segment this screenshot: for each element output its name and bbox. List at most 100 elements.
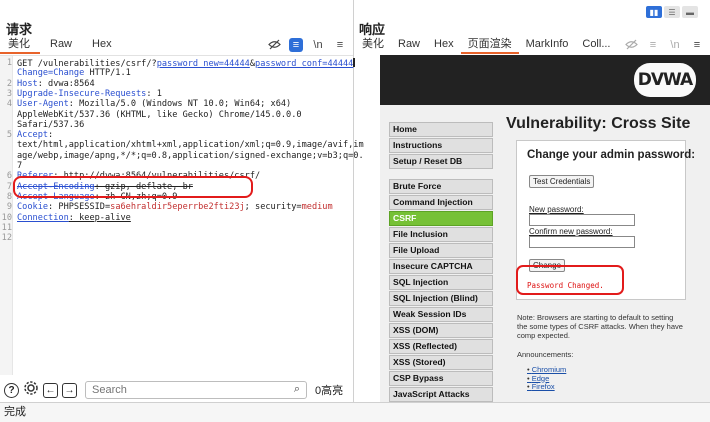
hide-icon[interactable] [624, 38, 638, 52]
menu-icon[interactable]: ≡ [333, 38, 347, 52]
dvwa-menu-item-xss-reflected[interactable]: XSS (Reflected) [389, 339, 493, 354]
code-line: 7 [17, 161, 22, 171]
dvwa-menu-item-csp-bypass[interactable]: CSP Bypass [389, 371, 493, 386]
code-token: : dvwa:8564 [37, 78, 95, 89]
code-token: Upgrade-Insecure-Requests [17, 88, 147, 99]
response-tab-coll[interactable]: Coll... [575, 36, 617, 54]
response-tab-hex[interactable]: Hex [427, 36, 461, 54]
hide-icon[interactable] [267, 38, 281, 52]
request-tab-hex[interactable]: Hex [82, 36, 122, 54]
dvwa-menu-item-javascript-attacks[interactable]: JavaScript Attacks [389, 387, 493, 402]
line-number: 2 [6, 78, 12, 89]
confirm-password-label: Confirm new password: [529, 227, 613, 236]
dvwa-logo: DVWA [634, 63, 696, 97]
wrap-lines-icon[interactable]: ≡ [289, 37, 303, 52]
page-title: Vulnerability: Cross Site [506, 115, 691, 132]
line-number: 6 [6, 171, 12, 182]
success-highlight-box [516, 265, 624, 295]
request-editor[interactable]: 1 2 3 4 5 6 7 8 9 10 11 12 GET /vulnerabilities/csr… [0, 55, 364, 375]
code-token: AppleWebKit/537.36 (KHTML, like Gecko) C… [17, 109, 302, 120]
browser-links: Chromium Edge Firefox [527, 365, 567, 392]
dvwa-menu-item-setup-reset-db[interactable]: Setup / Reset DB [389, 154, 493, 169]
code-token: age/webp,image/apng,*/*;q=0.8,applicatio… [17, 150, 364, 161]
status-bar: 完成 [0, 402, 710, 422]
search-box: ⌕ [85, 381, 307, 399]
test-credentials-button[interactable]: Test Credentials [529, 175, 595, 188]
form-heading: Change your admin password: [527, 149, 696, 161]
help-icon[interactable]: ? [4, 382, 19, 398]
code-token: Connection [17, 212, 69, 223]
settings-gear-icon[interactable] [23, 380, 39, 401]
response-tab-render[interactable]: 页面渲染 [460, 36, 519, 54]
code-token: medium [301, 202, 333, 213]
referer-highlight-box [13, 176, 253, 198]
menu-icon[interactable]: ≡ [690, 38, 704, 52]
dvwa-menu-item-sql-injection-blind[interactable]: SQL Injection (Blind) [389, 291, 493, 306]
response-tabs: 美化 Raw Hex 页面渲染 MarkInfo Coll... [355, 36, 618, 54]
confirm-password-input[interactable] [529, 236, 635, 248]
dvwa-menu-item-insecure-captcha[interactable]: Insecure CAPTCHA [389, 259, 493, 274]
new-password-label: New password: [529, 205, 584, 214]
code-token: password_conf=44444 [255, 59, 354, 69]
code-line: User-Agent: Mozilla/5.0 (Windows NT 10.0… [17, 99, 291, 109]
line-number: 3 [6, 88, 12, 99]
dvwa-menu-item-file-inclusion[interactable]: File Inclusion [389, 227, 493, 242]
dvwa-menu-vulns: Brute Force Command Injection CSRF File Inc… [389, 179, 493, 402]
prev-arrow-icon[interactable]: ← [43, 382, 58, 398]
split-vertical-icon[interactable]: ☰ [664, 6, 680, 18]
response-tab-raw[interactable]: Raw [391, 36, 427, 54]
code-token: User-Agent [17, 99, 69, 110]
dvwa-menu-item-csrf[interactable]: CSRF [389, 211, 493, 226]
code-line: text/html,application/xhtml+xml,applicat… [17, 140, 364, 150]
link-firefox[interactable]: Firefox [527, 382, 566, 392]
search-icon[interactable]: ⌕ [294, 383, 300, 396]
code-token: : PHPSESSID= [48, 202, 111, 213]
code-token: sa6ehraldir5eperrbe2fti23j [110, 202, 245, 213]
line-number: 9 [6, 202, 12, 213]
line-number: 4 [6, 99, 12, 110]
new-password-input[interactable] [529, 214, 635, 226]
dvwa-menu-item-xss-dom[interactable]: XSS (DOM) [389, 323, 493, 338]
code-line: Change=Change HTTP/1.1 [17, 68, 131, 78]
dvwa-menu-item-brute-force[interactable]: Brute Force [389, 179, 493, 194]
code-line: Safari/537.36 [17, 120, 84, 130]
code-token: HTTP/1.1 [84, 68, 131, 79]
code-token: password_new=44444 [156, 59, 250, 69]
single-pane-icon[interactable]: ▬ [682, 6, 698, 18]
line-number: 1 [6, 58, 12, 68]
line-number: 12 [1, 233, 12, 244]
code-token: Cookie [17, 202, 49, 213]
split-horizontal-icon[interactable]: ▮▮ [646, 6, 662, 18]
dvwa-menu-item-xss-stored[interactable]: XSS (Stored) [389, 355, 493, 370]
line-number: 7 [6, 181, 12, 192]
request-pane: 请求 美化 Raw Hex ≡ \n ≡ 1 2 3 4 5 6 7 8 9 10 11 12 GET… [0, 0, 364, 402]
line-number: 8 [6, 191, 12, 202]
line-number: 10 [1, 212, 12, 223]
code-line: Connection: keep-alive [17, 213, 131, 223]
dvwa-header: DVWA [380, 55, 710, 105]
dvwa-menu-main: Home Instructions Setup / Reset DB [389, 122, 493, 170]
response-tab-markinfo[interactable]: MarkInfo [519, 36, 576, 54]
dvwa-content: Vulnerability: Cross Site [506, 115, 710, 133]
dvwa-menu-item-home[interactable]: Home [389, 122, 493, 137]
wrap-lines-icon[interactable]: ≡ [646, 38, 660, 52]
search-input[interactable] [92, 384, 282, 396]
request-tab-pretty[interactable]: 美化 [0, 36, 40, 54]
newline-icon[interactable]: \n [311, 38, 325, 52]
request-toolbar: ≡ \n ≡ [267, 36, 347, 53]
code-line: Host: dvwa:8564 [17, 79, 95, 89]
dvwa-menu-item-sql-injection[interactable]: SQL Injection [389, 275, 493, 290]
response-tab-pretty[interactable]: 美化 [355, 36, 391, 54]
line-number: 5 [6, 130, 12, 141]
dvwa-menu-item-command-injection[interactable]: Command Injection [389, 195, 493, 210]
dvwa-menu-item-weak-session-ids[interactable]: Weak Session IDs [389, 307, 493, 322]
announcements-label: Announcements: [517, 350, 574, 359]
code-token: : [48, 130, 54, 141]
newline-icon[interactable]: \n [668, 38, 682, 52]
dvwa-menu-item-file-upload[interactable]: File Upload [389, 243, 493, 258]
line-number: 11 [1, 222, 12, 233]
layout-toggle: ▮▮ ☰ ▬ [646, 6, 698, 18]
dvwa-menu-item-instructions[interactable]: Instructions [389, 138, 493, 153]
next-arrow-icon[interactable]: → [62, 382, 77, 398]
request-tab-raw[interactable]: Raw [40, 36, 82, 54]
